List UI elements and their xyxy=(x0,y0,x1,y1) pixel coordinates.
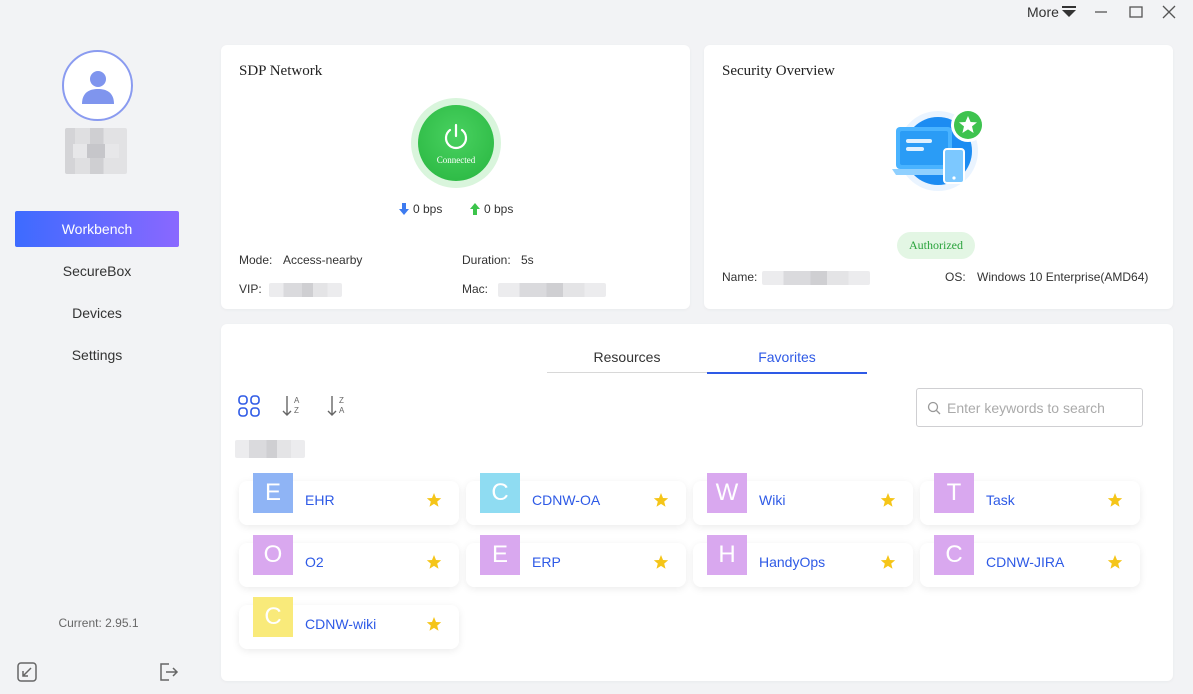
duration-value: 5s xyxy=(521,253,534,267)
power-icon xyxy=(444,123,468,149)
resource-name: ERP xyxy=(532,554,561,570)
search-input[interactable] xyxy=(947,399,1142,416)
resource-name: CDNW-JIRA xyxy=(986,554,1065,570)
security-title: Security Overview xyxy=(722,63,835,79)
minimize-icon[interactable] xyxy=(1093,4,1109,20)
mac-label: Mac: xyxy=(462,282,489,296)
resource-name: CDNW-OA xyxy=(532,492,601,508)
logout-icon[interactable] xyxy=(157,661,179,683)
os-value: Windows 10 Enterprise(AMD64) xyxy=(977,270,1149,284)
resource-letter-icon: E xyxy=(480,535,520,575)
upload-arrow-icon xyxy=(470,203,480,215)
resource-letter-icon: E xyxy=(253,473,293,513)
mode-value: Access-nearby xyxy=(283,253,363,267)
svg-text:A: A xyxy=(294,396,300,405)
favorite-star-icon[interactable] xyxy=(1107,554,1123,570)
search-box[interactable] xyxy=(916,388,1143,427)
download-arrow-icon xyxy=(399,203,409,215)
favorite-star-icon[interactable] xyxy=(880,492,896,508)
resource-letter-icon: C xyxy=(934,535,974,575)
sdp-network-card: SDP Network Connected 0 bps 0 bps Mode: … xyxy=(221,45,690,309)
more-label: More xyxy=(1027,4,1059,20)
resource-tile[interactable]: O O2 xyxy=(239,535,459,587)
resources-card: Resources Favorites A Z Z A E EHR C CDNW-OA… xyxy=(221,324,1173,681)
search-icon xyxy=(927,401,941,414)
favorite-star-icon[interactable] xyxy=(653,554,669,570)
download-value: 0 bps xyxy=(413,202,443,216)
resource-tile[interactable]: E ERP xyxy=(466,535,686,587)
version-label: Current: 2.95.1 xyxy=(58,616,139,630)
connection-toggle-ring: Connected xyxy=(411,98,501,188)
vip-value-redacted xyxy=(269,283,342,297)
username-redacted xyxy=(65,128,127,174)
svg-text:A: A xyxy=(339,406,345,415)
favorite-star-icon[interactable] xyxy=(426,616,442,632)
upload-value: 0 bps xyxy=(484,202,514,216)
group-name-redacted xyxy=(235,440,305,458)
resource-letter-icon: T xyxy=(934,473,974,513)
authorized-badge: Authorized xyxy=(897,232,975,259)
security-overview-card: Security Overview Authorized Name: OS: W… xyxy=(704,45,1173,309)
upload-speed: 0 bps xyxy=(469,202,513,216)
svg-text:Z: Z xyxy=(339,396,344,405)
resource-tile[interactable]: W Wiki xyxy=(693,473,913,525)
favorite-star-icon[interactable] xyxy=(426,554,442,570)
sidebar-item-devices[interactable]: Devices xyxy=(15,295,179,331)
collapse-icon[interactable] xyxy=(16,661,38,683)
sidebar-item-settings[interactable]: Settings xyxy=(15,337,179,373)
svg-text:Z: Z xyxy=(294,406,299,415)
name-value-redacted xyxy=(762,271,870,285)
favorite-star-icon[interactable] xyxy=(880,554,896,570)
os-label: OS: xyxy=(945,270,966,284)
sidebar-item-securebox[interactable]: SecureBox xyxy=(15,253,179,289)
resource-tile[interactable]: H HandyOps xyxy=(693,535,913,587)
device-security-icon xyxy=(892,108,985,191)
favorite-star-icon[interactable] xyxy=(1107,492,1123,508)
sort-a-z-icon[interactable]: A Z xyxy=(282,394,304,418)
mode-label: Mode: xyxy=(239,253,273,267)
caret-down-icon xyxy=(1061,6,1076,17)
resource-name: Task xyxy=(986,492,1015,508)
resource-tile[interactable]: T Task xyxy=(920,473,1140,525)
resource-letter-icon: O xyxy=(253,535,293,575)
favorite-star-icon[interactable] xyxy=(426,492,442,508)
user-icon xyxy=(81,70,114,104)
tab-favorites[interactable]: Favorites xyxy=(707,349,867,374)
resource-letter-icon: C xyxy=(253,597,293,637)
resource-name: CDNW-wiki xyxy=(305,616,377,632)
resource-letter-icon: C xyxy=(480,473,520,513)
resource-letter-icon: H xyxy=(707,535,747,575)
duration-label: Duration: xyxy=(462,253,511,267)
more-menu-button[interactable]: More xyxy=(1027,4,1076,20)
close-icon[interactable] xyxy=(1161,4,1177,20)
connection-toggle-button[interactable]: Connected xyxy=(418,105,494,181)
grid-view-icon[interactable] xyxy=(238,394,260,418)
resource-tabs: Resources Favorites xyxy=(547,349,867,374)
resource-tile[interactable]: C CDNW-OA xyxy=(466,473,686,525)
tab-resources[interactable]: Resources xyxy=(547,349,707,373)
resource-name: HandyOps xyxy=(759,554,826,570)
sidebar-item-workbench[interactable]: Workbench xyxy=(15,211,179,247)
sidebar: Workbench SecureBox Devices Settings Cur… xyxy=(0,0,197,694)
connection-status: Connected xyxy=(436,154,476,165)
name-label: Name: xyxy=(722,270,758,284)
resource-name: EHR xyxy=(305,492,335,508)
resource-tile[interactable]: C CDNW-JIRA xyxy=(920,535,1140,587)
maximize-icon[interactable] xyxy=(1128,4,1144,20)
resource-name: Wiki xyxy=(759,492,786,508)
resource-letter-icon: W xyxy=(707,473,747,513)
download-speed: 0 bps xyxy=(398,202,442,216)
vip-label: VIP: xyxy=(239,282,262,296)
sort-z-a-icon[interactable]: Z A xyxy=(327,394,349,418)
favorite-star-icon[interactable] xyxy=(653,492,669,508)
resource-tile[interactable]: E EHR xyxy=(239,473,459,525)
resource-tile[interactable]: C CDNW-wiki xyxy=(239,597,459,649)
sdp-title: SDP Network xyxy=(239,63,323,79)
resource-name: O2 xyxy=(305,554,324,570)
mac-value-redacted xyxy=(498,283,606,297)
user-avatar[interactable] xyxy=(62,50,133,121)
